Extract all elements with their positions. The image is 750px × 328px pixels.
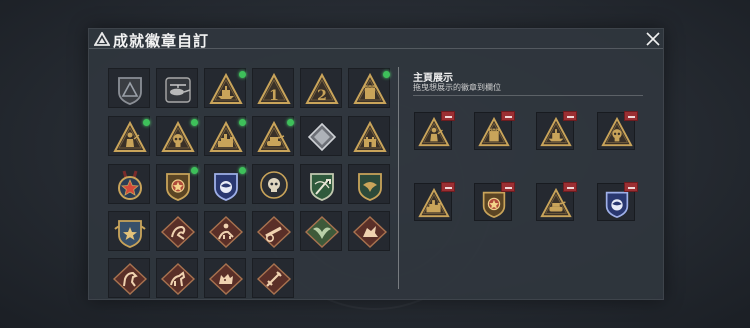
display-slot[interactable] — [536, 111, 577, 150]
badge-slot[interactable] — [204, 68, 246, 108]
skull-circle-badge — [260, 171, 288, 199]
badge-slot[interactable] — [300, 116, 342, 156]
star-medal-badge — [118, 170, 142, 200]
dragon-diamond-badge — [160, 216, 196, 248]
badge-slot[interactable] — [108, 258, 150, 298]
display-section-hint: 拖曳想展示的徽章到欄位 — [413, 83, 501, 92]
display-slot[interactable] — [414, 111, 455, 150]
badge-slot[interactable] — [204, 164, 246, 204]
badge-slot[interactable] — [300, 164, 342, 204]
remove-badge-button[interactable] — [441, 182, 455, 192]
city-triangle-badge — [209, 120, 243, 152]
badge-slot[interactable] — [348, 164, 390, 204]
badge-slot[interactable] — [156, 68, 198, 108]
display-slot[interactable] — [536, 182, 577, 221]
remove-badge-button[interactable] — [441, 111, 455, 121]
new-badge-indicator — [287, 119, 294, 126]
number-2-triangle-badge: 2 — [305, 72, 339, 104]
dialog-title: 成就徽章自訂 — [113, 32, 210, 50]
remove-badge-button[interactable] — [501, 182, 515, 192]
badge-slot[interactable] — [252, 258, 294, 298]
new-badge-indicator — [239, 167, 246, 174]
display-slot[interactable] — [414, 182, 455, 221]
rider-diamond-badge — [208, 216, 244, 248]
horse-diamond-badge — [112, 263, 148, 295]
display-slot[interactable] — [597, 182, 638, 221]
badge-slot[interactable] — [348, 116, 390, 156]
svg-text:2: 2 — [317, 88, 327, 104]
number-1-triangle-badge: 1 — [257, 72, 291, 104]
display-section-rule — [413, 95, 643, 96]
skull-triangle-badge — [161, 120, 195, 152]
badge-slot[interactable] — [156, 258, 198, 298]
badge-slot[interactable] — [108, 116, 150, 156]
new-badge-indicator — [191, 119, 198, 126]
close-icon[interactable] — [645, 31, 661, 47]
badge-slot[interactable] — [252, 164, 294, 204]
title-bar: 成就徽章自訂 — [89, 29, 663, 50]
badge-slot[interactable] — [348, 211, 390, 251]
tank-triangle-badge — [257, 120, 291, 152]
svg-text:1: 1 — [269, 88, 279, 104]
badge-slot[interactable] — [252, 116, 294, 156]
badge-slot[interactable] — [108, 211, 150, 251]
helicopter-badge — [165, 77, 191, 103]
badge-slot[interactable]: 1 — [252, 68, 294, 108]
new-badge-indicator — [143, 119, 150, 126]
new-badge-indicator — [191, 167, 198, 174]
badge-slot[interactable] — [108, 164, 150, 204]
new-badge-indicator — [239, 119, 246, 126]
ship-triangle-badge — [209, 72, 243, 104]
display-slot[interactable] — [474, 182, 515, 221]
war-horse-diamond-badge — [160, 263, 196, 295]
soldier-triangle-badge — [113, 120, 147, 152]
silver-diamond-badge — [307, 122, 337, 152]
badge-slot[interactable] — [204, 116, 246, 156]
badge-slot[interactable]: 2 — [300, 68, 342, 108]
badge-slot[interactable] — [156, 116, 198, 156]
remove-badge-button[interactable] — [624, 182, 638, 192]
green-eagle-shield-badge — [358, 173, 382, 201]
dragon-head-diamond-badge — [352, 216, 388, 248]
green-sword-badge — [310, 173, 334, 201]
sword-diamond-badge — [256, 263, 292, 295]
fortress-triangle-badge — [353, 72, 387, 104]
remove-badge-button[interactable] — [501, 111, 515, 121]
winged-star-shield-badge — [114, 220, 146, 248]
remove-badge-button[interactable] — [563, 111, 577, 121]
gray-triangle-shield-badge — [118, 77, 142, 105]
remove-badge-button[interactable] — [563, 182, 577, 192]
badge-slot[interactable] — [300, 211, 342, 251]
display-slot[interactable] — [597, 111, 638, 150]
display-slot[interactable] — [474, 111, 515, 150]
gold-star-shield-badge — [166, 173, 190, 201]
badge-slot[interactable] — [156, 211, 198, 251]
castle-triangle-badge — [353, 120, 387, 152]
panel-divider — [398, 67, 399, 289]
game-logo-icon — [94, 32, 110, 46]
cannon-diamond-badge — [256, 216, 292, 248]
new-badge-indicator — [383, 71, 390, 78]
new-badge-indicator — [239, 71, 246, 78]
remove-badge-button[interactable] — [624, 111, 638, 121]
badge-slot[interactable] — [252, 211, 294, 251]
green-wings-diamond-badge — [304, 216, 340, 248]
wolf-diamond-badge — [208, 263, 244, 295]
badge-slot[interactable] — [108, 68, 150, 108]
badge-slot[interactable] — [156, 164, 198, 204]
blue-eagle-shield-badge — [214, 173, 238, 201]
badge-slot[interactable] — [204, 258, 246, 298]
badge-slot[interactable] — [348, 68, 390, 108]
badge-slot[interactable] — [204, 211, 246, 251]
